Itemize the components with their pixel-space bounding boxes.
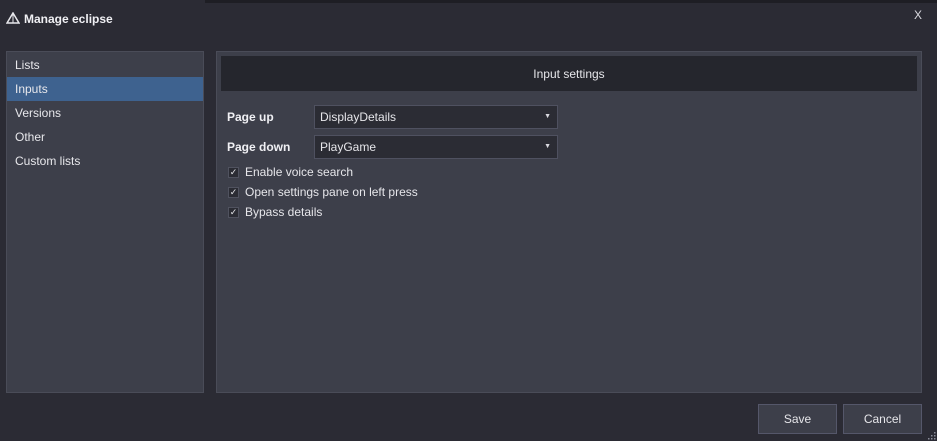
page-down-select[interactable]: PlayGame ▼: [314, 135, 558, 159]
manage-dialog: Manage eclipse X Lists Inputs Versions O…: [0, 0, 937, 441]
settings-panel: Input settings Page up DisplayDetails ▼ …: [216, 51, 922, 393]
panel-title: Input settings: [221, 56, 917, 91]
sidebar-item-label: Other: [15, 130, 46, 144]
sidebar-item-label: Lists: [15, 58, 40, 72]
sidebar-item-versions[interactable]: Versions: [7, 101, 203, 125]
enable-voice-search-option[interactable]: ✓ Enable voice search: [228, 163, 353, 181]
enable-voice-search-label: Enable voice search: [245, 165, 354, 179]
sidebar-item-label: Versions: [15, 106, 62, 120]
page-down-value: PlayGame: [320, 140, 377, 154]
title-bar: Manage eclipse X: [0, 0, 937, 40]
sidebar-item-label: Inputs: [15, 82, 48, 96]
checkmark-icon: ✓: [229, 186, 238, 197]
caret-down-icon: ▼: [544, 113, 551, 120]
sidebar: Lists Inputs Versions Other Custom lists: [6, 51, 204, 393]
page-down-label: Page down: [227, 140, 291, 154]
open-settings-pane-label: Open settings pane on left press: [245, 185, 418, 199]
page-up-select[interactable]: DisplayDetails ▼: [314, 105, 558, 129]
close-button[interactable]: X: [914, 8, 922, 22]
checkmark-icon: ✓: [229, 166, 238, 177]
bypass-details-option[interactable]: ✓ Bypass details: [228, 203, 322, 221]
triangle-logo-icon: [6, 12, 20, 24]
bypass-details-label: Bypass details: [245, 205, 323, 219]
open-settings-pane-option[interactable]: ✓ Open settings pane on left press: [228, 183, 418, 201]
checkmark-icon: ✓: [229, 206, 238, 217]
sidebar-item-custom-lists[interactable]: Custom lists: [7, 149, 203, 173]
sidebar-item-other[interactable]: Other: [7, 125, 203, 149]
page-up-value: DisplayDetails: [320, 110, 397, 124]
window-title: Manage eclipse: [24, 12, 113, 26]
caret-down-icon: ▼: [544, 143, 551, 150]
resize-grip-icon[interactable]: [928, 432, 936, 440]
open-settings-pane-checkbox[interactable]: ✓: [228, 186, 239, 198]
save-button[interactable]: Save: [758, 404, 837, 434]
sidebar-item-lists[interactable]: Lists: [7, 53, 203, 77]
bypass-details-checkbox[interactable]: ✓: [228, 206, 239, 218]
page-up-label: Page up: [227, 110, 274, 124]
sidebar-item-label: Custom lists: [15, 154, 81, 168]
page-down-row: Page down PlayGame ▼: [227, 134, 558, 160]
page-up-row: Page up DisplayDetails ▼: [227, 104, 558, 130]
cancel-button[interactable]: Cancel: [843, 404, 922, 434]
enable-voice-search-checkbox[interactable]: ✓: [228, 166, 239, 178]
sidebar-item-inputs[interactable]: Inputs: [7, 77, 203, 101]
